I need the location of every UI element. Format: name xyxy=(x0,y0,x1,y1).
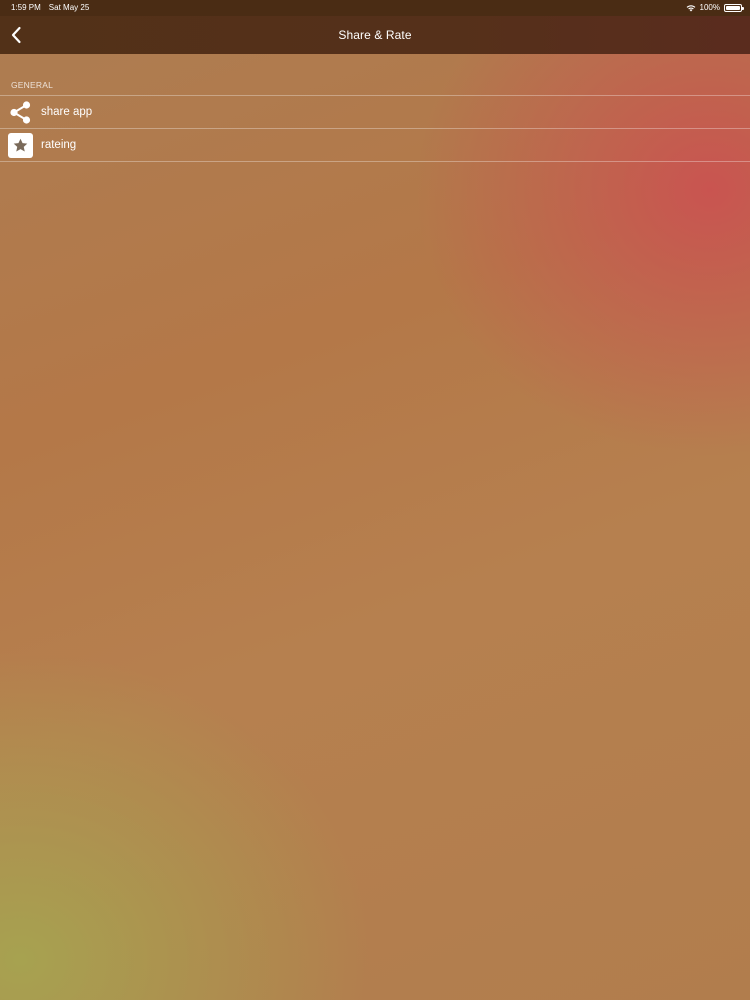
share-icon xyxy=(8,100,33,125)
battery-percent: 100% xyxy=(699,3,720,12)
page-title: Share & Rate xyxy=(338,28,412,42)
status-bar: 1:59 PM Sat May 25 100% xyxy=(0,0,750,16)
navigation-bar: Share & Rate xyxy=(0,16,750,54)
status-right: 100% xyxy=(686,0,744,16)
star-icon xyxy=(8,132,33,158)
battery-fill xyxy=(726,6,740,10)
share-app-row[interactable]: share app xyxy=(0,96,750,129)
status-left: 1:59 PM Sat May 25 xyxy=(11,0,89,16)
rating-label: rateing xyxy=(41,139,77,151)
share-app-label: share app xyxy=(41,106,93,118)
back-button[interactable] xyxy=(4,22,28,48)
section-header-general: GENERAL xyxy=(11,80,54,90)
status-time: 1:59 PM xyxy=(11,3,41,12)
status-date: Sat May 25 xyxy=(48,3,90,12)
chevron-left-icon xyxy=(11,26,21,44)
wifi-icon xyxy=(686,5,695,12)
settings-list: share app rateing xyxy=(0,95,750,162)
battery-icon xyxy=(724,4,744,12)
rating-row[interactable]: rateing xyxy=(0,129,750,162)
